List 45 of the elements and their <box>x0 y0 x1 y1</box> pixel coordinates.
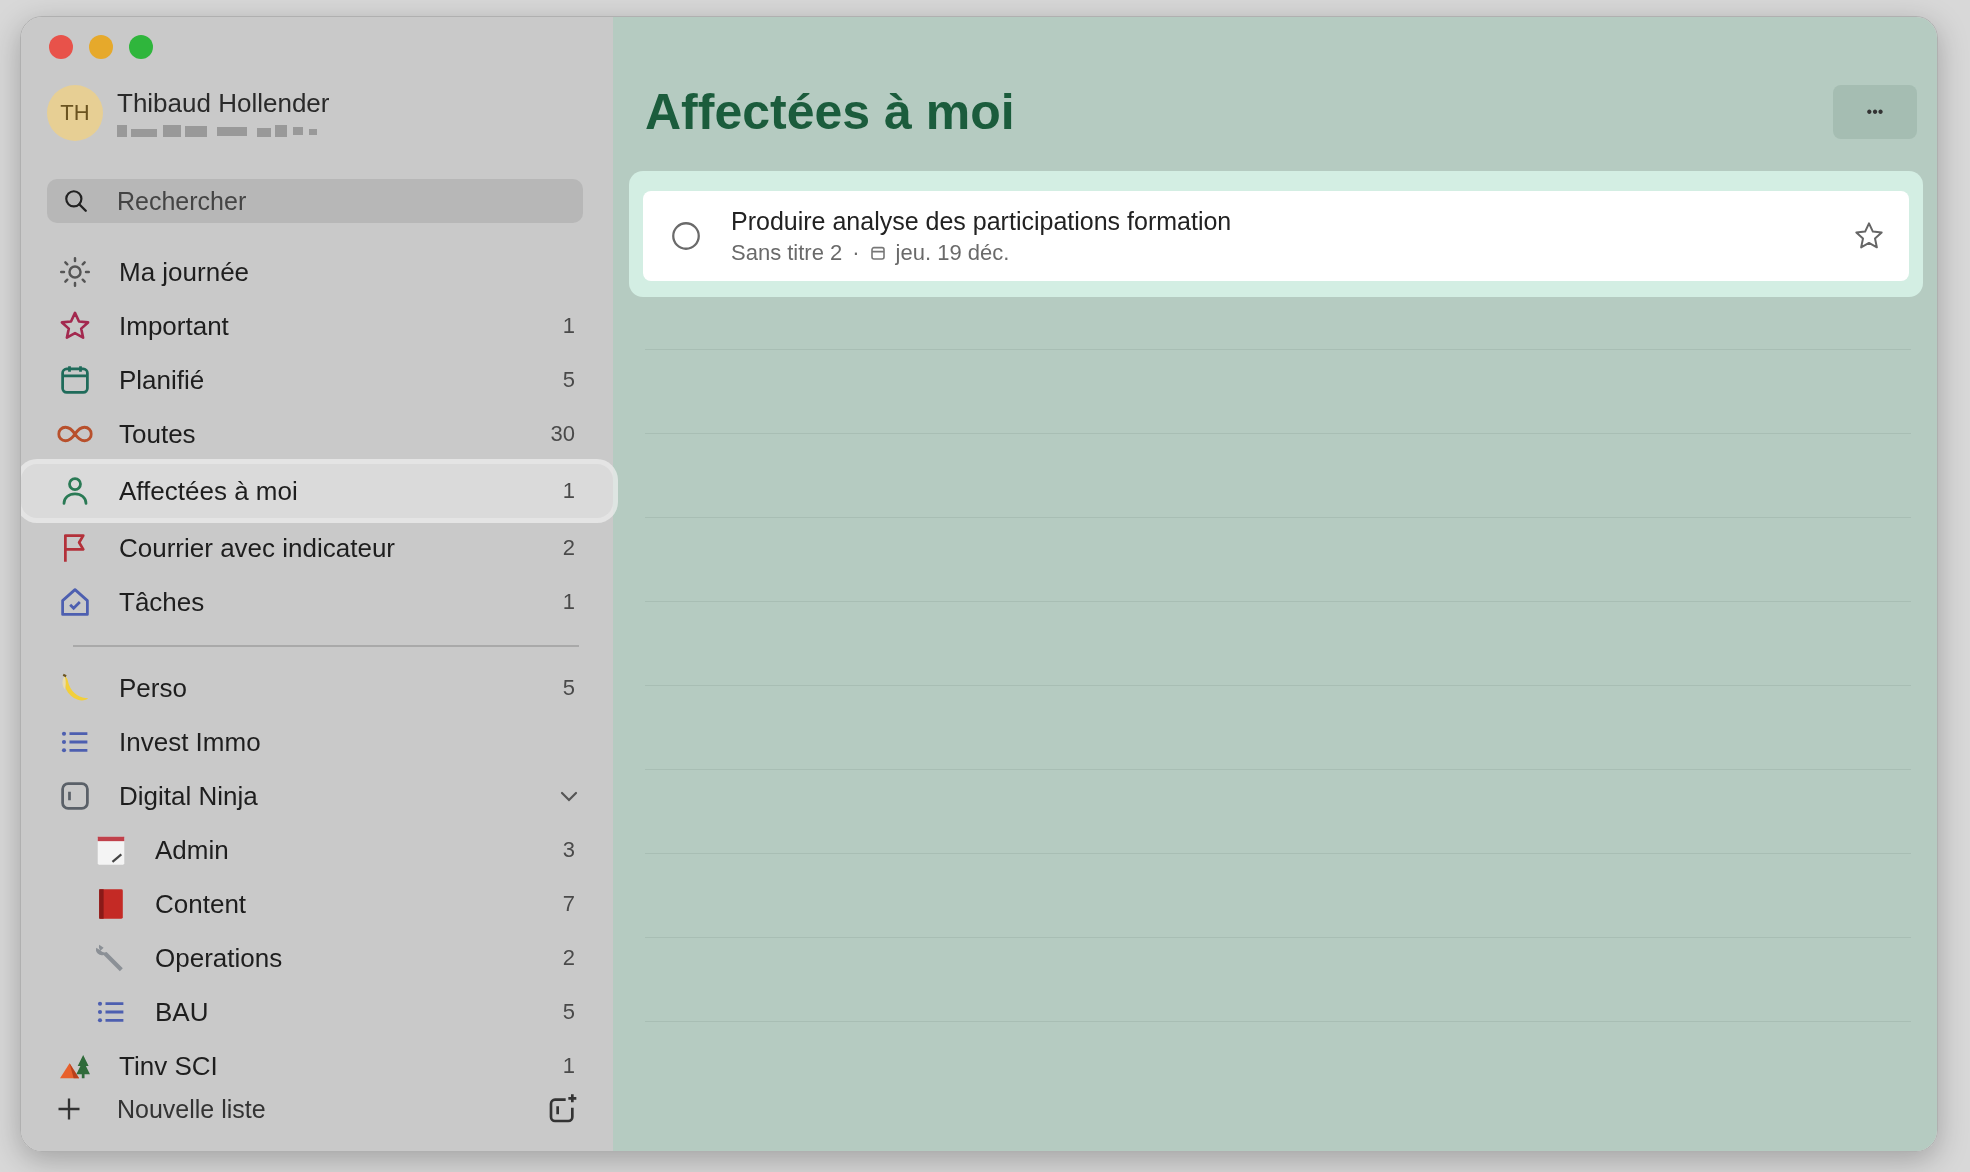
sidebar-item[interactable]: Planifié 5 <box>55 353 579 407</box>
checkbox-circle[interactable] <box>669 219 703 253</box>
search-icon <box>63 188 89 214</box>
sidebar-item[interactable]: Toutes 30 <box>55 407 579 461</box>
user-name: Thibaud Hollender <box>117 87 330 119</box>
item-count: 7 <box>562 891 575 917</box>
item-count: 1 <box>562 1053 575 1079</box>
item-count: 1 <box>562 313 575 339</box>
item-count: 3 <box>562 837 575 863</box>
new-list-button[interactable]: Nouvelle liste <box>55 1094 266 1124</box>
item-count: 1 <box>562 478 575 504</box>
list-title: Affectées à moi <box>645 83 1015 141</box>
sidebar-item[interactable]: Important 1 <box>55 299 579 353</box>
sidebar-item[interactable]: Tinv SCI 1 <box>55 1039 579 1093</box>
house-check-icon <box>58 585 92 619</box>
group-item[interactable]: Digital Ninja <box>55 769 579 823</box>
sidebar-item[interactable]: BAU 5 <box>55 985 579 1039</box>
sidebar-item[interactable]: Courrier avec indicateur 2 <box>55 521 579 575</box>
search-field[interactable]: Rechercher <box>47 179 583 223</box>
item-count: 2 <box>562 535 575 561</box>
calendar-icon <box>869 244 886 261</box>
sidebar-item[interactable]: Invest Immo <box>55 715 579 769</box>
sun-icon <box>58 255 92 289</box>
sidebar-item[interactable]: Operations 2 <box>55 931 579 985</box>
separator-dot: · <box>852 239 860 266</box>
new-group-icon[interactable] <box>547 1093 579 1125</box>
task-list-name: Sans titre 2 <box>731 239 843 266</box>
calendar-icon <box>58 363 92 397</box>
sidebar-item[interactable]: Admin 3 <box>55 823 579 877</box>
list-group-icon <box>58 779 92 813</box>
more-button[interactable]: ••• <box>1833 85 1917 139</box>
item-count: 5 <box>562 367 575 393</box>
avatar[interactable]: TH <box>47 85 103 141</box>
sidebar-item[interactable]: Tâches 1 <box>55 575 579 629</box>
sidebar-item[interactable]: Ma journée <box>55 245 579 299</box>
item-count: 30 <box>550 421 575 447</box>
item-count: 5 <box>562 999 575 1025</box>
due-date: jeu. 19 déc. <box>895 239 1010 266</box>
item-count: 5 <box>562 675 575 701</box>
sidebar-item[interactable]: Content 7 <box>55 877 579 931</box>
task-title: Produire analyse des participations formation <box>731 206 1233 236</box>
sidebar-item[interactable]: Perso 5 <box>55 661 579 715</box>
item-count: 2 <box>562 945 575 971</box>
task-card[interactable]: Produire analyse des participations formation Sans titre 2 · jeu. 19 déc. <box>643 191 1909 281</box>
item-count: 1 <box>562 589 575 615</box>
